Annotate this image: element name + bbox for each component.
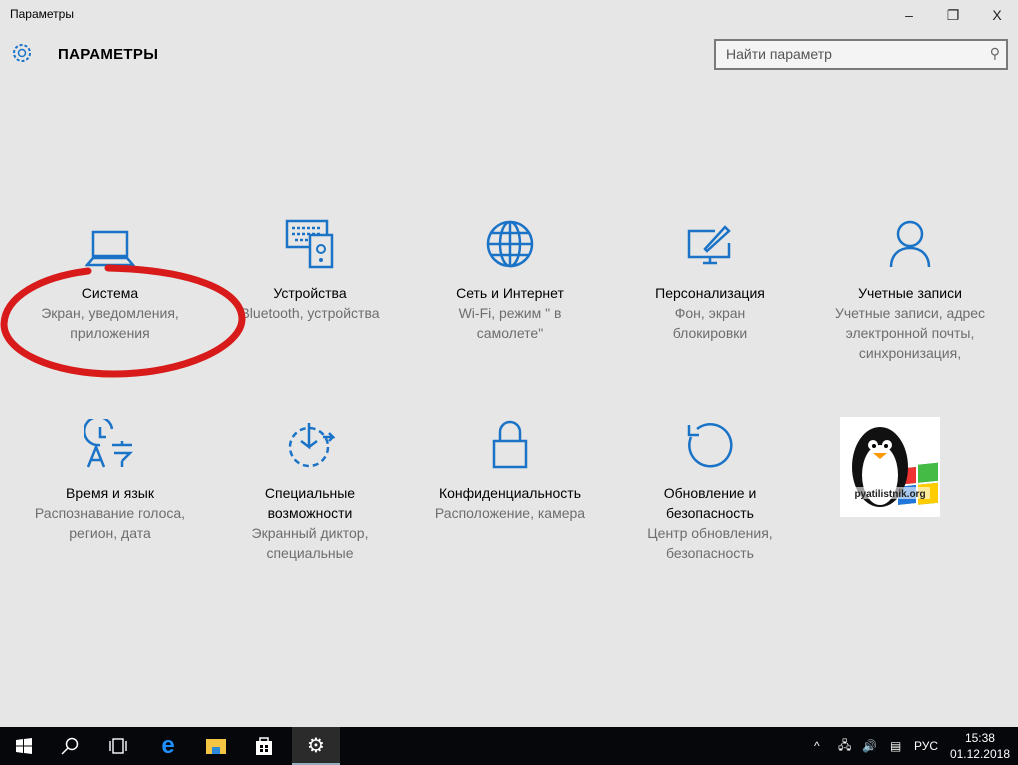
time: 15:38 xyxy=(964,731,995,745)
date: 01.12.2018 xyxy=(949,747,1010,761)
tile-time-language[interactable]: Время и язык Распознавание голоса, регио… xyxy=(10,415,210,543)
tile-title: Конфиденциальность xyxy=(438,485,581,501)
task-view-icon xyxy=(109,738,127,754)
tile-accounts[interactable]: Учетные записи Учетные записи, адрес эле… xyxy=(810,215,1010,363)
tile-subtitle: Центр обновления, безопасность xyxy=(647,525,773,561)
gear-icon xyxy=(13,44,31,62)
tile-subtitle: Учетные записи, адрес электронной почты,… xyxy=(834,305,986,361)
tile-subtitle: Распознавание голоса, регион, дата xyxy=(34,505,186,541)
search-icon xyxy=(61,737,79,755)
tile-title: Сеть и Интернет xyxy=(456,285,564,301)
tile-privacy[interactable]: Конфиденциальность Расположение, камера xyxy=(410,415,610,523)
tile-title: Обновление и безопасность xyxy=(663,485,757,521)
red-highlight-ellipse xyxy=(0,264,246,378)
tile-subtitle: Фон, экран блокировки xyxy=(672,305,748,341)
devices-icon xyxy=(285,219,334,269)
tile-subtitle: Расположение, камера xyxy=(434,505,586,521)
tile-accessibility[interactable]: Специальные возможности Экранный диктор,… xyxy=(210,415,410,563)
tile-update[interactable]: Обновление и безопасность Центр обновлен… xyxy=(610,415,810,563)
file-explorer-icon[interactable] xyxy=(192,727,240,765)
page-title: ПАРАМЕТРЫ xyxy=(58,46,159,63)
edge-icon[interactable]: e xyxy=(144,727,192,765)
paint-icon xyxy=(687,225,731,265)
windows-icon xyxy=(16,738,32,754)
time-language-icon xyxy=(84,419,134,468)
start-button[interactable] xyxy=(0,727,48,765)
title-bar: Параметры – ❐ X xyxy=(0,0,1018,30)
search-input[interactable]: Найти параметр ⚲ xyxy=(714,39,1008,70)
accessibility-icon xyxy=(288,423,335,468)
person-icon xyxy=(889,220,931,268)
language-indicator[interactable]: РУС xyxy=(914,727,938,765)
tile-title: Персонализация xyxy=(655,285,765,301)
svg-text:pyatilistnik.org: pyatilistnik.org xyxy=(854,489,925,500)
taskbar: e ⚙ ^ 🖧 🔊 ▤ РУС 15:38 01.12.2018 xyxy=(0,727,1018,765)
tile-network[interactable]: Сеть и Интернет Wi-Fi, режим " в самолет… xyxy=(410,215,610,343)
settings-taskbar-button[interactable]: ⚙ xyxy=(292,727,340,765)
minimize-button[interactable]: – xyxy=(886,0,932,30)
tile-title: Учетные записи xyxy=(858,285,962,301)
tile-personalization[interactable]: Персонализация Фон, экран блокировки xyxy=(610,215,810,343)
pyatilistnik-logo: pyatilistnik.org xyxy=(840,417,940,517)
tile-subtitle: Экранный диктор, специальные xyxy=(251,525,369,561)
globe-icon xyxy=(486,220,534,268)
network-icon[interactable]: 🖧 xyxy=(838,727,851,765)
tile-title: Специальные возможности xyxy=(264,485,356,521)
restore-button[interactable]: ❐ xyxy=(930,0,976,30)
close-button[interactable]: X xyxy=(974,0,1018,30)
tile-subtitle: Wi-Fi, режим " в самолете" xyxy=(458,305,562,341)
action-center-icon[interactable]: ▤ xyxy=(890,727,901,765)
task-view-button[interactable] xyxy=(94,727,142,765)
volume-icon[interactable]: 🔊 xyxy=(862,727,877,765)
show-hidden-icons[interactable]: ^ xyxy=(814,727,820,765)
tile-title: Время и язык xyxy=(66,485,154,501)
search-taskbar-button[interactable] xyxy=(46,727,94,765)
search-placeholder: Найти параметр xyxy=(726,46,832,62)
clock[interactable]: 15:38 01.12.2018 xyxy=(950,730,1010,762)
lock-icon xyxy=(492,420,528,469)
update-icon xyxy=(687,423,733,468)
gear-icon: ⚙ xyxy=(307,734,325,757)
search-icon[interactable]: ⚲ xyxy=(990,45,1000,62)
store-icon[interactable] xyxy=(240,727,288,765)
window-title: Параметры xyxy=(10,7,74,21)
